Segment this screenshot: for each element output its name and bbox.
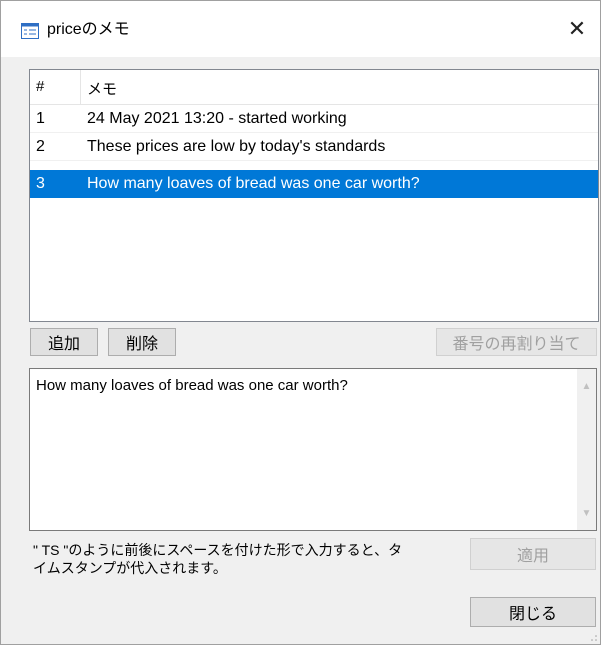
delete-button[interactable]: 削除: [108, 328, 176, 356]
hint-line-2: イムスタンプが代入されます。: [33, 560, 227, 576]
window-title: priceのメモ: [47, 21, 130, 38]
column-header-number[interactable]: #: [30, 70, 81, 104]
list-item[interactable]: 1 24 May 2021 13:20 - started working: [30, 105, 598, 133]
scroll-down-icon[interactable]: ▼: [577, 504, 596, 522]
row-memo: These prices are low by today's standard…: [87, 138, 386, 155]
list-item[interactable]: 2 These prices are low by today's standa…: [30, 133, 598, 161]
row-number: 2: [36, 138, 45, 155]
row-memo: How many loaves of bread was one car wor…: [87, 175, 420, 192]
list-item-selected[interactable]: 3 How many loaves of bread was one car w…: [30, 170, 598, 198]
close-button[interactable]: 閉じる: [470, 597, 596, 627]
close-icon[interactable]: ✕: [554, 11, 600, 47]
memo-dialog: priceのメモ ✕ # メモ 1 24 May 2021 13:20 - st…: [0, 0, 601, 645]
scroll-up-icon[interactable]: ▲: [577, 377, 596, 395]
row-number: 3: [36, 175, 45, 192]
list-header: # メモ: [30, 70, 598, 105]
row-number: 1: [36, 110, 45, 127]
memo-textarea[interactable]: How many loaves of bread was one car wor…: [29, 368, 597, 531]
row-memo: 24 May 2021 13:20 - started working: [87, 110, 347, 127]
column-header-memo[interactable]: メモ: [81, 70, 598, 104]
renumber-button[interactable]: 番号の再割り当て: [436, 328, 597, 356]
window-icon: [21, 23, 39, 39]
hint-line-1: " TS "のように前後にスペースを付けた形で入力すると、タ: [33, 542, 403, 558]
add-button[interactable]: 追加: [30, 328, 98, 356]
title-bar: priceのメモ ✕: [1, 1, 600, 57]
apply-button[interactable]: 適用: [470, 538, 596, 570]
memo-list[interactable]: # メモ 1 24 May 2021 13:20 - started worki…: [29, 69, 599, 322]
resize-grip-icon[interactable]: [590, 634, 598, 642]
timestamp-hint: " TS "のように前後にスペースを付けた形で入力すると、タ イムスタンプが代入…: [33, 541, 453, 577]
memo-text: How many loaves of bread was one car wor…: [36, 377, 348, 394]
vertical-scrollbar[interactable]: ▲ ▼: [577, 369, 596, 530]
